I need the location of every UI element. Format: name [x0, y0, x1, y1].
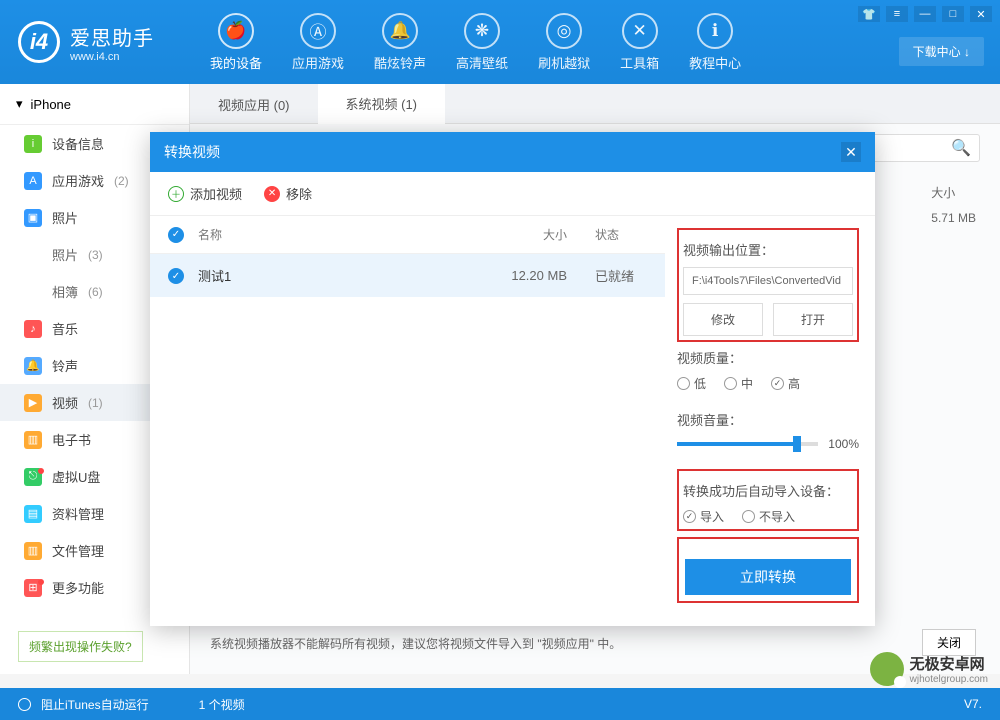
- help-link[interactable]: 频繁出现操作失败?: [18, 631, 143, 662]
- remove-button[interactable]: ✕移除: [264, 184, 312, 203]
- radio-icon: [677, 377, 690, 390]
- quality-label: 视频质量：: [677, 348, 859, 367]
- table-row[interactable]: ✓ 测试1 12.20 MB 已就绪: [150, 254, 665, 297]
- auto-import-label: 转换成功后自动导入设备：: [683, 481, 853, 500]
- video-icon: ▶: [24, 394, 42, 412]
- watermark-icon: [870, 652, 904, 686]
- bell-sm-icon: 🔔: [24, 357, 42, 375]
- skin-icon[interactable]: 👕: [858, 6, 880, 22]
- radio-icon: [724, 377, 737, 390]
- add-video-button[interactable]: ＋添加视频: [168, 184, 242, 203]
- toggle-icon[interactable]: [18, 698, 31, 711]
- photo-icon: ▣: [24, 209, 42, 227]
- output-path: F:\i4Tools7\Files\ConvertedVid: [683, 267, 853, 295]
- app-url: www.i4.cn: [70, 51, 154, 63]
- flower-icon: ❋: [464, 13, 500, 49]
- tab-system-videos[interactable]: 系统视频 (1): [318, 84, 446, 124]
- radio-icon: [742, 510, 755, 523]
- auto-import-no[interactable]: 不导入: [742, 508, 795, 525]
- nav-tutorials[interactable]: ℹ教程中心: [689, 13, 741, 72]
- dialog-title: 转换视频: [164, 142, 220, 162]
- nav-wallpapers[interactable]: ❋高清壁纸: [456, 13, 508, 72]
- volume-label: 视频音量：: [677, 410, 859, 429]
- output-label: 视频输出位置：: [683, 240, 853, 259]
- data-icon: ▤: [24, 505, 42, 523]
- slider-thumb-icon[interactable]: [793, 436, 801, 452]
- tools-icon: ✕: [622, 13, 658, 49]
- minimize-icon[interactable]: —: [914, 6, 936, 22]
- col-status: 状态: [567, 226, 647, 243]
- radio-checked-icon: [683, 510, 696, 523]
- convert-button[interactable]: 立即转换: [685, 559, 851, 595]
- footer-version: V7.: [964, 697, 982, 711]
- nav-ringtones[interactable]: 🔔酷炫铃声: [374, 13, 426, 72]
- apps-sm-icon: A: [24, 172, 42, 190]
- convert-video-dialog: 转换视频 ✕ ＋添加视频 ✕移除 ✓ 名称 大小 状态 ✓ 测试1 12.20 …: [150, 132, 875, 626]
- app-name: 爱思助手: [70, 22, 154, 51]
- size-column: 大小5.71 MB: [931, 184, 976, 225]
- dialog-close-icon[interactable]: ✕: [841, 142, 861, 162]
- badge-dot-icon: [38, 579, 44, 585]
- folder-icon: ▥: [24, 542, 42, 560]
- music-icon: ♪: [24, 320, 42, 338]
- check-icon[interactable]: ✓: [168, 268, 184, 284]
- menu-icon[interactable]: ≡: [886, 6, 908, 22]
- nav-my-device[interactable]: 🍎我的设备: [210, 13, 262, 72]
- close-icon[interactable]: ✕: [970, 6, 992, 22]
- plus-icon: ＋: [168, 186, 184, 202]
- volume-slider[interactable]: [677, 442, 818, 446]
- info-sm-icon: i: [24, 135, 42, 153]
- bell-icon: 🔔: [382, 13, 418, 49]
- auto-import-yes[interactable]: 导入: [683, 508, 724, 525]
- apps-icon: Ⓐ: [300, 13, 336, 49]
- logo: i4 爱思助手 www.i4.cn: [0, 21, 190, 63]
- device-header[interactable]: ▾ iPhone: [0, 84, 189, 125]
- footer-count: 1 个视频: [199, 696, 245, 713]
- maximize-icon[interactable]: □: [942, 6, 964, 22]
- apple-icon: 🍎: [218, 13, 254, 49]
- remove-icon: ✕: [264, 186, 280, 202]
- download-center-button[interactable]: 下载中心 ↓: [899, 37, 984, 66]
- check-all-icon[interactable]: ✓: [168, 227, 184, 243]
- col-name: 名称: [198, 226, 477, 243]
- quality-high[interactable]: 高: [771, 375, 800, 392]
- quality-low[interactable]: 低: [677, 375, 706, 392]
- tab-video-apps[interactable]: 视频应用 (0): [190, 84, 318, 124]
- nav-toolbox[interactable]: ✕工具箱: [620, 13, 659, 72]
- open-button[interactable]: 打开: [773, 303, 853, 336]
- info-icon: ℹ: [697, 13, 733, 49]
- hint-text: 系统视频播放器不能解码所有视频，建议您将视频文件导入到 "视频应用" 中。: [210, 635, 621, 652]
- radio-checked-icon: [771, 377, 784, 390]
- top-nav: 🍎我的设备 Ⓐ应用游戏 🔔酷炫铃声 ❋高清壁纸 ◎刷机越狱 ✕工具箱 ℹ教程中心: [210, 13, 741, 72]
- search-icon: 🔍: [951, 138, 971, 158]
- badge-dot-icon: [38, 468, 44, 474]
- col-size: 大小: [477, 226, 567, 243]
- volume-value: 100%: [828, 437, 859, 451]
- modify-button[interactable]: 修改: [683, 303, 763, 336]
- footer-itunes[interactable]: 阻止iTunes自动运行: [41, 696, 149, 713]
- box-icon: ◎: [546, 13, 582, 49]
- quality-mid[interactable]: 中: [724, 375, 753, 392]
- nav-apps[interactable]: Ⓐ应用游戏: [292, 13, 344, 72]
- book-icon: ▥: [24, 431, 42, 449]
- nav-flash[interactable]: ◎刷机越狱: [538, 13, 590, 72]
- logo-icon: i4: [18, 21, 60, 63]
- watermark: 无极安卓网wjhotelgroup.com: [870, 652, 988, 686]
